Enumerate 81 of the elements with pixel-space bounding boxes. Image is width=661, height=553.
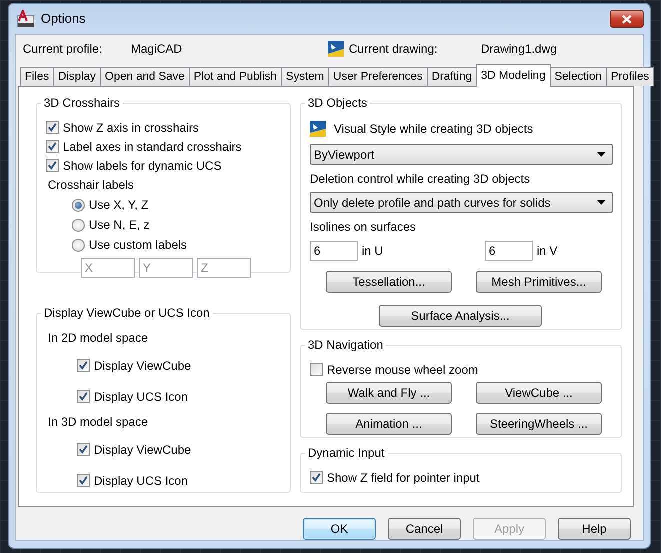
checkbox[interactable] <box>46 121 59 134</box>
checkbox[interactable] <box>77 390 90 404</box>
tab[interactable]: Display <box>53 67 101 86</box>
checkbox-label: Show Z axis in crosshairs <box>63 120 200 136</box>
button[interactable]: ViewCube ... <box>476 382 602 404</box>
input-field[interactable]: Y <box>139 258 193 278</box>
drawing-name: Drawing1.dwg <box>481 42 558 56</box>
app-icon <box>17 10 35 28</box>
checkbox[interactable] <box>310 471 323 484</box>
radio-label: Use N, E, z <box>89 218 150 233</box>
field-label: Deletion control while creating 3D objects <box>310 171 532 188</box>
check-icon <box>312 473 321 482</box>
button[interactable]: Animation ... <box>326 413 452 436</box>
field-label: Visual Style while creating 3D objects <box>334 122 534 137</box>
button[interactable]: Help <box>558 518 631 540</box>
checkbox-label: Display ViewCube <box>94 442 192 458</box>
button[interactable]: Mesh Primitives... <box>476 271 602 294</box>
checkbox[interactable] <box>77 359 90 372</box>
checkbox-label: Display ViewCube <box>94 358 192 374</box>
tab[interactable]: Files <box>20 67 54 86</box>
group-title: 3D Navigation <box>305 338 386 352</box>
visual-style-icon <box>310 121 326 138</box>
field-label: Isolines on surfaces <box>310 219 418 236</box>
radio-button[interactable] <box>72 218 85 232</box>
tab[interactable]: 3D Modeling <box>476 64 551 87</box>
unit-label: in V <box>537 244 558 259</box>
checkbox-label: Display UCS Icon <box>94 390 188 404</box>
button[interactable]: Tessellation... <box>326 271 452 294</box>
group-title: 3D Objects <box>305 96 370 110</box>
group-title: Dynamic Input <box>305 446 388 460</box>
tab[interactable]: User Preferences <box>328 67 428 86</box>
close-button[interactable] <box>610 10 644 28</box>
input-field[interactable]: X <box>81 258 135 278</box>
radio-label: Use X, Y, Z <box>89 198 149 213</box>
checkbox-label: Reverse mouse wheel zoom <box>327 362 478 378</box>
drawing-label: Current drawing: <box>349 42 439 56</box>
check-icon <box>79 392 88 402</box>
tab[interactable]: Drafting <box>426 67 478 86</box>
profile-name: MagiCAD <box>131 42 184 56</box>
button[interactable]: Surface Analysis... <box>379 305 542 328</box>
close-icon <box>622 14 632 24</box>
caret-icon <box>597 152 606 158</box>
checkbox[interactable] <box>46 140 59 154</box>
check-icon <box>79 445 88 454</box>
checkbox-label: Display UCS Icon <box>94 474 188 488</box>
section-label: In 3D model space <box>47 414 150 432</box>
checkbox[interactable] <box>310 363 323 376</box>
tab[interactable]: Profiles <box>606 67 654 86</box>
tab[interactable]: Selection <box>550 67 608 86</box>
input-field[interactable]: 6 <box>310 241 358 262</box>
dropdown[interactable]: ByViewport <box>310 144 613 166</box>
group-title: 3D Crosshairs <box>41 96 124 110</box>
section-label: In 2D model space <box>47 330 150 348</box>
group-title: Display ViewCube or UCS Icon <box>41 306 213 320</box>
section-label: Crosshair labels <box>47 177 136 194</box>
button[interactable]: Cancel <box>388 518 461 540</box>
checkbox[interactable] <box>77 474 90 488</box>
drawing-icon <box>327 40 345 58</box>
radio-button[interactable] <box>72 238 85 252</box>
tab[interactable]: Open and Save <box>100 67 190 86</box>
checkbox[interactable] <box>46 159 59 172</box>
unit-label: in U <box>362 244 384 259</box>
input-field[interactable]: 6 <box>485 241 533 262</box>
check-icon <box>79 361 88 370</box>
tab[interactable]: Plot and Publish <box>188 67 282 86</box>
checkbox-label: Label axes in standard crosshairs <box>63 140 242 154</box>
checkbox-label: Show labels for dynamic UCS <box>63 158 222 174</box>
profile-label: Current profile: <box>23 42 104 56</box>
button[interactable]: SteeringWheels ... <box>476 413 602 436</box>
radio-button[interactable] <box>72 198 85 212</box>
button[interactable]: Walk and Fly ... <box>326 382 452 404</box>
checkbox[interactable] <box>77 443 90 456</box>
button[interactable]: OK <box>303 518 376 540</box>
input-field[interactable]: Z <box>197 258 251 278</box>
tab[interactable]: System <box>281 67 330 86</box>
window-title: Options <box>41 11 86 27</box>
checkbox-label: Show Z field for pointer input <box>327 470 480 486</box>
check-icon <box>79 476 88 486</box>
radio-label: Use custom labels <box>89 238 188 253</box>
dropdown[interactable]: Only delete profile and path curves for solids <box>310 192 613 214</box>
caret-icon <box>597 200 606 206</box>
